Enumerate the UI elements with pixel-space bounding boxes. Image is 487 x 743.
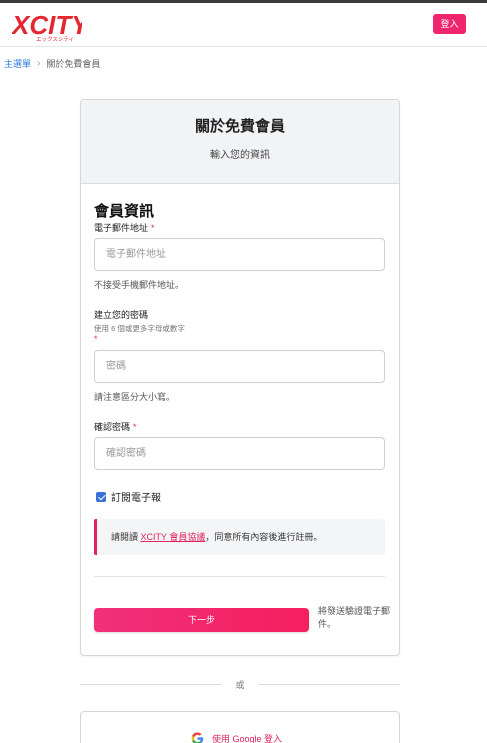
or-separator: 或: [80, 678, 400, 690]
card-header: 關於免費會員 輸入您的資訊: [81, 100, 399, 184]
section-title: 會員資訊: [94, 203, 155, 220]
newsletter-option[interactable]: 訂閱電子報: [96, 489, 161, 504]
email-label-text: 電子郵件地址: [94, 223, 149, 233]
divider: [94, 576, 385, 577]
agreement-notice: 請閱讀 XCITY 會員協議，同意所有內容後進行註冊。: [94, 519, 385, 555]
next-button[interactable]: 下一步: [94, 608, 309, 632]
email-field[interactable]: [94, 238, 385, 271]
breadcrumb: 主選單 › 關於免費會員: [4, 57, 100, 70]
agreement-prefix: 請閱讀: [111, 532, 141, 542]
logo-subtext: エックスシティ: [36, 36, 74, 43]
page-title: 關於免費會員: [194, 118, 285, 135]
google-login-button[interactable]: 使用 Google 登入: [191, 732, 282, 743]
confirm-password-label: 確認密碼 *: [94, 420, 137, 433]
password-required: *: [94, 334, 98, 344]
breadcrumb-separator: ›: [37, 58, 41, 69]
password-note: 請注意區分大小寫。: [94, 392, 176, 402]
newsletter-checkbox[interactable]: [96, 491, 106, 502]
xcity-logo[interactable]: XCITY エックスシティ: [12, 9, 82, 43]
member-agreement-link[interactable]: XCITY 會員協議: [141, 532, 206, 542]
or-line-right: [258, 684, 400, 685]
agreement-suffix: ，同意所有內容後進行註冊。: [205, 532, 323, 542]
site-header: XCITY エックスシティ 登入: [0, 3, 487, 47]
registration-card: 關於免費會員 輸入您的資訊 會員資訊 電子郵件地址* 不接受手機郵件地址。 建立…: [80, 99, 400, 656]
email-note: 不接受手機郵件地址。: [94, 280, 185, 290]
google-icon: [191, 732, 204, 743]
email-label: 電子郵件地址 *: [94, 221, 155, 234]
password-hint: 使用 6 個或更多字母或數字: [94, 324, 185, 333]
breadcrumb-home-link[interactable]: 主選單: [4, 57, 31, 70]
logo-text: XCITY: [12, 10, 82, 40]
page-subtitle: 輸入您的資訊: [210, 150, 270, 161]
breadcrumb-current: 關於免費會員: [46, 59, 101, 69]
password-label: 建立您的密碼: [94, 310, 149, 320]
required-mark: *: [133, 422, 137, 432]
confirm-label-text: 確認密碼: [94, 422, 131, 432]
required-mark: *: [151, 223, 155, 233]
google-login-card[interactable]: 使用 Google 登入: [80, 711, 400, 743]
password-field[interactable]: [94, 350, 385, 383]
login-button[interactable]: 登入: [433, 14, 466, 34]
next-note: 將發送驗證電子郵件。: [318, 606, 391, 629]
required-mark: *: [94, 334, 98, 344]
newsletter-label: 訂閱電子報: [111, 493, 161, 504]
google-login-label: 使用 Google 登入: [212, 734, 283, 743]
confirm-password-field[interactable]: [94, 437, 385, 470]
